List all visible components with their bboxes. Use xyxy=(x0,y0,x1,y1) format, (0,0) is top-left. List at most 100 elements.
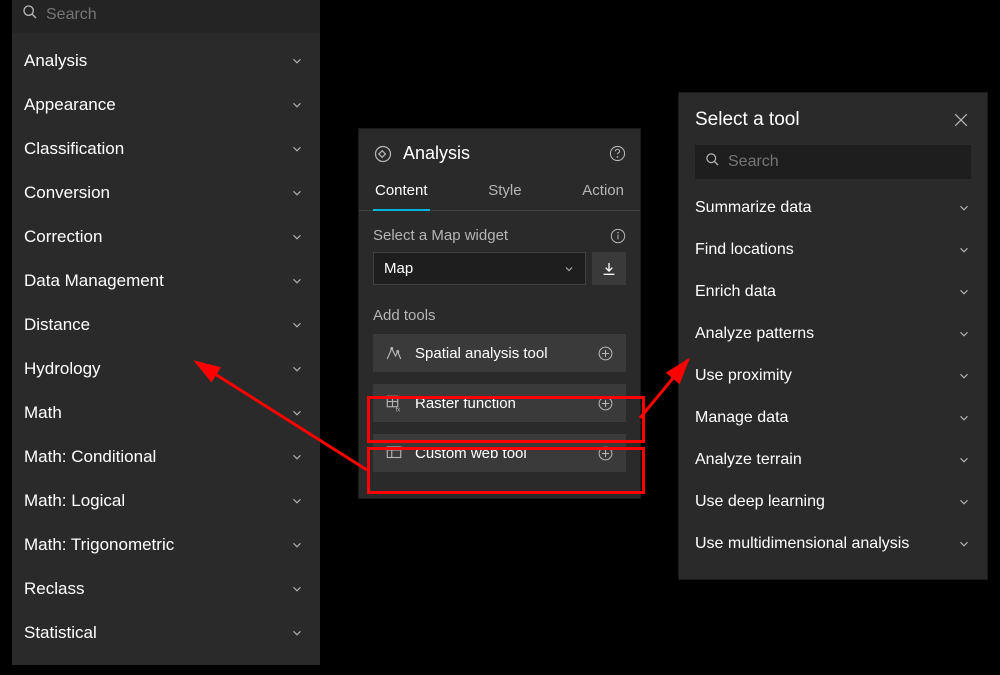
tool-category-list: Summarize data Find locations Enrich data A… xyxy=(679,187,987,565)
sidebar-item[interactable]: Math: Logical xyxy=(16,479,316,523)
help-icon[interactable] xyxy=(609,145,626,162)
tool-category-label: Enrich data xyxy=(695,283,776,301)
analysis-icon xyxy=(373,144,393,164)
analysis-title: Analysis xyxy=(403,143,599,164)
add-spatial-analysis-button[interactable]: Spatial analysis tool xyxy=(373,334,626,372)
chevron-down-icon xyxy=(290,538,304,552)
sidebar-item[interactable]: Statistical xyxy=(16,611,316,655)
chevron-down-icon xyxy=(957,327,971,341)
sidebar-item-label: Data Management xyxy=(24,271,164,291)
sidebar-item-label: Math: Trigonometric xyxy=(24,535,174,555)
sidebar-item-label: Appearance xyxy=(24,95,116,115)
sidebar-item-label: Math xyxy=(24,403,62,423)
chevron-down-icon xyxy=(563,263,575,275)
import-map-button[interactable] xyxy=(592,252,626,285)
search-icon xyxy=(705,152,720,172)
search-icon xyxy=(22,4,38,25)
chevron-down-icon xyxy=(957,495,971,509)
tool-category-item[interactable]: Analyze terrain xyxy=(679,439,987,481)
tool-category-item[interactable]: Analyze patterns xyxy=(679,313,987,355)
tool-category-label: Manage data xyxy=(695,409,788,427)
map-widget-value: Map xyxy=(384,260,413,277)
analysis-panel: Analysis Content Style Action Select a M… xyxy=(358,128,641,499)
chevron-down-icon xyxy=(290,142,304,156)
tool-category-item[interactable]: Find locations xyxy=(679,229,987,271)
select-tool-panel: Select a tool Summarize data Find locatio… xyxy=(678,92,988,580)
tool-category-label: Summarize data xyxy=(695,199,812,217)
sidebar-item-label: Distance xyxy=(24,315,90,335)
tool-category-label: Use proximity xyxy=(695,367,792,385)
sidebar-item-label: Hydrology xyxy=(24,359,101,379)
tab-style[interactable]: Style xyxy=(486,174,523,210)
sidebar-item[interactable]: Classification xyxy=(16,127,316,171)
add-raster-function-button[interactable]: fx Raster function xyxy=(373,384,626,422)
chevron-down-icon xyxy=(957,285,971,299)
sidebar-item-label: Reclass xyxy=(24,579,84,599)
search-input[interactable] xyxy=(46,6,310,24)
sidebar-item[interactable]: Reclass xyxy=(16,567,316,611)
tool-category-item[interactable]: Manage data xyxy=(679,397,987,439)
tool-category-label: Find locations xyxy=(695,241,794,259)
tool-search-input[interactable] xyxy=(728,153,961,171)
map-widget-select[interactable]: Map xyxy=(373,252,586,285)
chevron-down-icon xyxy=(290,230,304,244)
chevron-down-icon xyxy=(290,54,304,68)
chevron-down-icon xyxy=(957,453,971,467)
category-list: Analysis Appearance Classification Conversi… xyxy=(12,39,320,655)
raster-function-icon: fx xyxy=(385,394,403,412)
tool-category-item[interactable]: Use proximity xyxy=(679,355,987,397)
select-tool-title: Select a tool xyxy=(695,109,800,131)
sidebar-item[interactable]: Hydrology xyxy=(16,347,316,391)
raster-function-label: Raster function xyxy=(415,395,585,412)
select-tool-header: Select a tool xyxy=(679,93,987,141)
chevron-down-icon xyxy=(957,369,971,383)
select-map-label: Select a Map widget xyxy=(373,227,508,244)
spatial-analysis-label: Spatial analysis tool xyxy=(415,345,585,362)
chevron-down-icon xyxy=(957,411,971,425)
chevron-down-icon xyxy=(290,98,304,112)
chevron-down-icon xyxy=(290,406,304,420)
chevron-down-icon xyxy=(957,537,971,551)
sidebar-item[interactable]: Math xyxy=(16,391,316,435)
sidebar-item[interactable]: Distance xyxy=(16,303,316,347)
tab-action[interactable]: Action xyxy=(580,174,626,210)
analysis-header: Analysis xyxy=(359,129,640,174)
add-custom-web-tool-button[interactable]: Custom web tool xyxy=(373,434,626,472)
map-select-row: Map xyxy=(359,252,640,285)
tool-category-item[interactable]: Enrich data xyxy=(679,271,987,313)
chevron-down-icon xyxy=(290,450,304,464)
sidebar-item-label: Math: Conditional xyxy=(24,447,156,467)
spatial-analysis-icon xyxy=(385,344,403,362)
sidebar-item[interactable]: Math: Trigonometric xyxy=(16,523,316,567)
tool-category-item[interactable]: Summarize data xyxy=(679,187,987,229)
tool-category-label: Use multidimensional analysis xyxy=(695,535,909,553)
tool-category-item[interactable]: Use deep learning xyxy=(679,481,987,523)
sidebar-item-label: Classification xyxy=(24,139,124,159)
tool-category-label: Use deep learning xyxy=(695,493,825,511)
sidebar-item[interactable]: Analysis xyxy=(16,39,316,83)
add-tools-label: Add tools xyxy=(359,285,640,334)
sidebar-item-label: Conversion xyxy=(24,183,110,203)
tool-category-label: Analyze terrain xyxy=(695,451,802,469)
sidebar-item[interactable]: Correction xyxy=(16,215,316,259)
analysis-tabs: Content Style Action xyxy=(359,174,640,211)
plus-circle-icon xyxy=(597,395,614,412)
tab-content[interactable]: Content xyxy=(373,174,430,211)
close-icon[interactable] xyxy=(951,110,971,130)
info-icon[interactable] xyxy=(610,228,626,244)
plus-circle-icon xyxy=(597,445,614,462)
chevron-down-icon xyxy=(290,582,304,596)
search-input-container[interactable] xyxy=(12,0,320,33)
sidebar-item[interactable]: Appearance xyxy=(16,83,316,127)
chevron-down-icon xyxy=(290,274,304,288)
custom-web-tool-icon xyxy=(385,444,403,462)
sidebar-item-label: Correction xyxy=(24,227,102,247)
sidebar-item[interactable]: Math: Conditional xyxy=(16,435,316,479)
tool-search-container[interactable] xyxy=(695,145,971,179)
tool-category-item[interactable]: Use multidimensional analysis xyxy=(679,523,987,565)
svg-text:fx: fx xyxy=(396,407,401,412)
chevron-down-icon xyxy=(290,626,304,640)
sidebar-item-label: Statistical xyxy=(24,623,97,643)
sidebar-item[interactable]: Conversion xyxy=(16,171,316,215)
sidebar-item[interactable]: Data Management xyxy=(16,259,316,303)
